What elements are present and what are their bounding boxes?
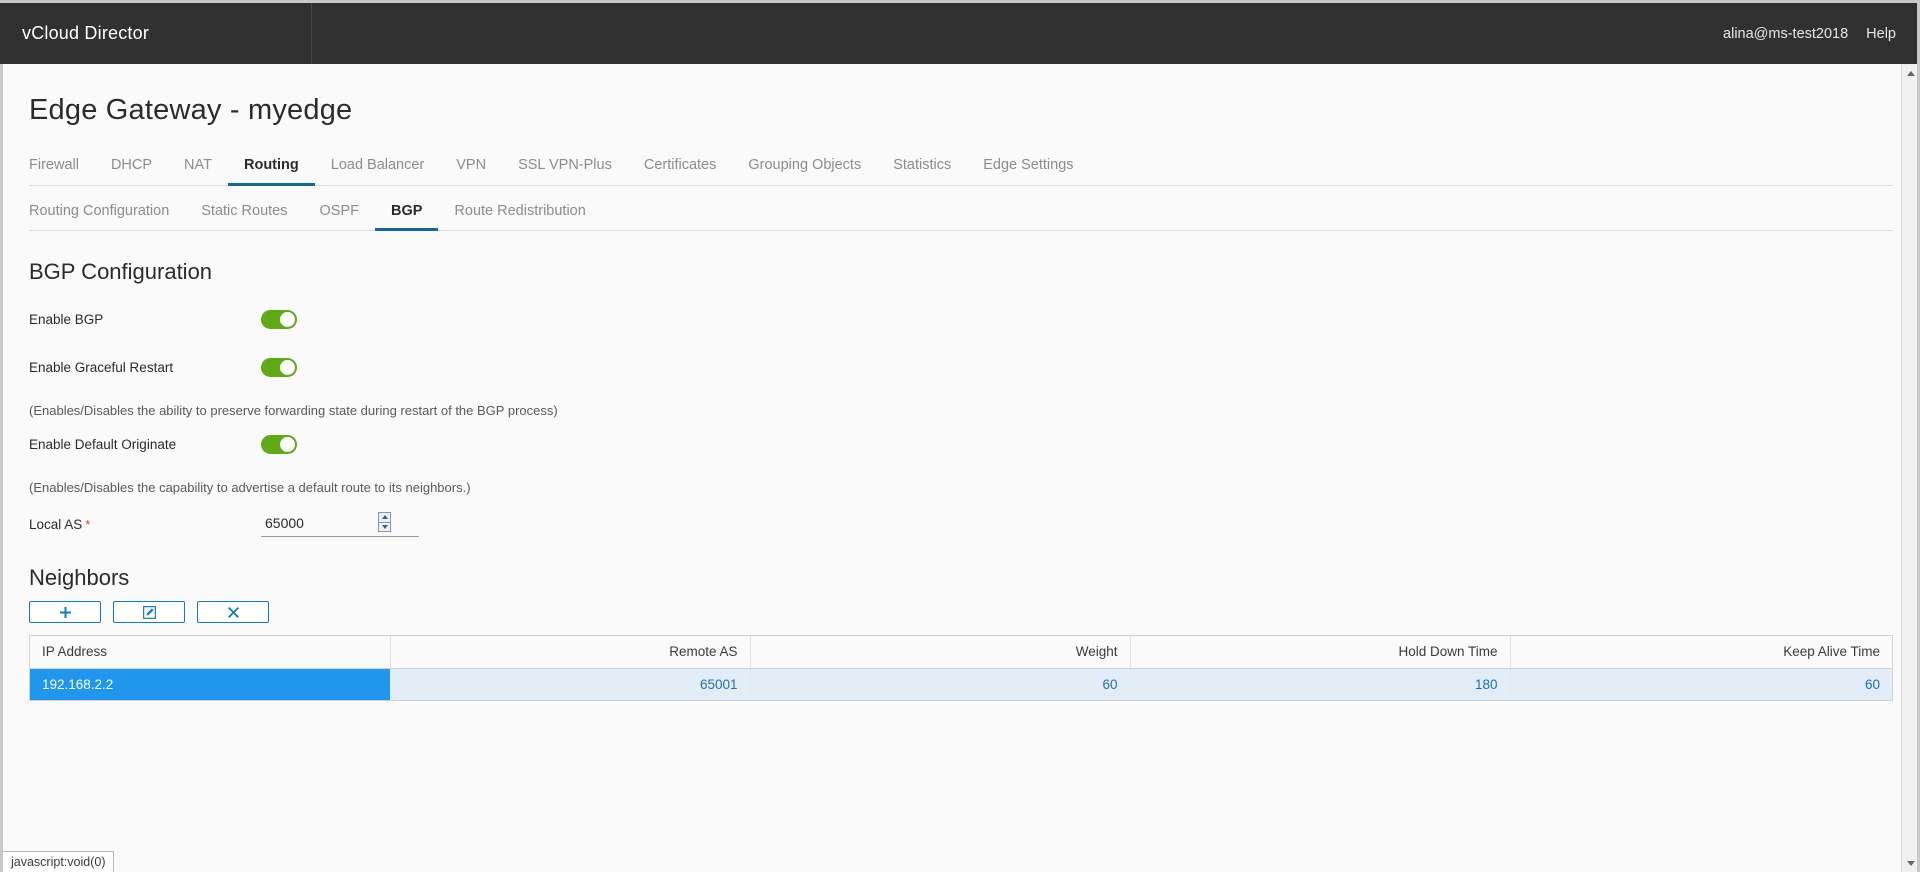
table-body: 192.168.2.2 65001 60 180 60 <box>30 668 1892 700</box>
plus-icon <box>59 606 71 618</box>
local-as-row: Local AS * <box>29 509 1901 539</box>
toggle-knob <box>280 359 295 375</box>
tab-nat[interactable]: NAT <box>168 153 228 186</box>
tab-load-balancer[interactable]: Load Balancer <box>315 153 441 186</box>
enable-graceful-restart-toggle[interactable] <box>261 357 297 377</box>
enable-bgp-label: Enable BGP <box>29 311 104 327</box>
enable-default-originate-toggle[interactable] <box>261 434 297 454</box>
column-header-remote-as[interactable]: Remote AS <box>390 636 751 669</box>
subtab-ospf[interactable]: OSPF <box>304 199 375 231</box>
tab-ssl-vpn-plus[interactable]: SSL VPN-Plus <box>502 153 628 186</box>
toggle-knob <box>280 311 295 327</box>
user-account-link[interactable]: alina@ms-test2018 <box>1723 26 1848 42</box>
stepper-down-button[interactable] <box>379 523 390 532</box>
chevron-up-icon <box>381 515 388 520</box>
help-link[interactable]: Help <box>1866 26 1896 42</box>
add-neighbor-button[interactable] <box>29 601 101 623</box>
column-header-keep-alive-time[interactable]: Keep Alive Time <box>1510 636 1892 669</box>
local-as-input[interactable] <box>261 514 379 533</box>
tab-certificates[interactable]: Certificates <box>628 153 733 186</box>
app-header: vCloud Director alina@ms-test2018 Help <box>0 0 1920 64</box>
enable-bgp-toggle[interactable] <box>261 309 297 329</box>
local-as-field[interactable] <box>261 511 419 537</box>
enable-bgp-row: Enable BGP <box>29 307 1901 331</box>
stepper-up-button[interactable] <box>379 513 390 523</box>
cell-hold-down-time[interactable]: 180 <box>1130 668 1511 700</box>
cell-ip-address[interactable]: 192.168.2.2 <box>30 668 391 700</box>
local-as-stepper[interactable] <box>378 512 391 532</box>
close-x-icon <box>227 606 239 618</box>
primary-tab-bar: Firewall DHCP NAT Routing Load Balancer VPN SS… <box>29 153 1893 186</box>
tab-edge-settings[interactable]: Edge Settings <box>967 153 1089 186</box>
column-header-ip-address[interactable]: IP Address <box>30 636 391 669</box>
cell-keep-alive-time[interactable]: 60 <box>1510 668 1892 700</box>
bgp-configuration-heading: BGP Configuration <box>29 259 213 284</box>
page-title: Edge Gateway - myedge <box>29 94 353 126</box>
page-wrapper: Edge Gateway - myedge Firewall DHCP NAT Rou… <box>0 64 1920 872</box>
enable-default-originate-row: Enable Default Originate <box>29 432 1901 456</box>
enable-graceful-restart-label: Enable Graceful Restart <box>29 359 174 375</box>
local-as-label-text: Local AS <box>29 516 83 532</box>
cell-weight[interactable]: 60 <box>750 668 1131 700</box>
header-right-group: alina@ms-test2018 Help <box>1723 26 1920 42</box>
chevron-down-icon <box>381 524 388 529</box>
enable-graceful-restart-row: Enable Graceful Restart <box>29 355 1901 379</box>
page-content: Edge Gateway - myedge Firewall DHCP NAT Rou… <box>3 64 1901 872</box>
tab-firewall[interactable]: Firewall <box>29 153 95 186</box>
tab-routing[interactable]: Routing <box>227 153 315 186</box>
tab-vpn[interactable]: VPN <box>440 153 502 186</box>
default-originate-help-text: (Enables/Disables the capability to adve… <box>29 480 471 495</box>
enable-default-originate-label: Enable Default Originate <box>29 436 177 452</box>
neighbors-heading: Neighbors <box>29 565 130 590</box>
column-header-weight[interactable]: Weight <box>750 636 1131 669</box>
chevron-down-icon <box>1907 860 1915 866</box>
cell-remote-as[interactable]: 65001 <box>390 668 751 700</box>
table-row[interactable]: 192.168.2.2 65001 60 180 60 <box>30 668 1892 700</box>
tab-statistics[interactable]: Statistics <box>877 153 967 186</box>
local-as-label: Local AS * <box>29 517 261 532</box>
column-header-hold-down-time[interactable]: Hold Down Time <box>1130 636 1511 669</box>
tab-dhcp[interactable]: DHCP <box>95 153 168 186</box>
delete-neighbor-button[interactable] <box>197 601 269 623</box>
graceful-restart-help-text: (Enables/Disables the ability to preserv… <box>29 403 558 418</box>
subtab-routing-configuration[interactable]: Routing Configuration <box>29 199 185 231</box>
subtab-bgp[interactable]: BGP <box>375 199 439 231</box>
subtab-static-routes[interactable]: Static Routes <box>185 199 303 231</box>
required-asterisk: * <box>85 516 91 532</box>
status-bar: javascript:void(0) <box>3 851 115 872</box>
status-bar-text: javascript:void(0) <box>11 855 106 869</box>
tab-grouping-objects[interactable]: Grouping Objects <box>732 153 877 186</box>
table-header-row: IP Address Remote AS Weight Hold Down Time K… <box>30 636 1892 669</box>
edit-neighbor-button[interactable] <box>113 601 185 623</box>
secondary-tab-bar: Routing Configuration Static Routes OSPF BG… <box>29 199 1893 231</box>
chevron-up-icon <box>1907 70 1915 76</box>
subtab-route-redistribution[interactable]: Route Redistribution <box>438 199 601 231</box>
neighbors-table: IP Address Remote AS Weight Hold Down Time K… <box>29 635 1893 701</box>
neighbors-toolbar <box>29 601 1901 623</box>
brand-title: vCloud Director <box>0 3 312 64</box>
edit-pencil-icon <box>142 605 156 619</box>
toggle-knob <box>280 436 295 452</box>
